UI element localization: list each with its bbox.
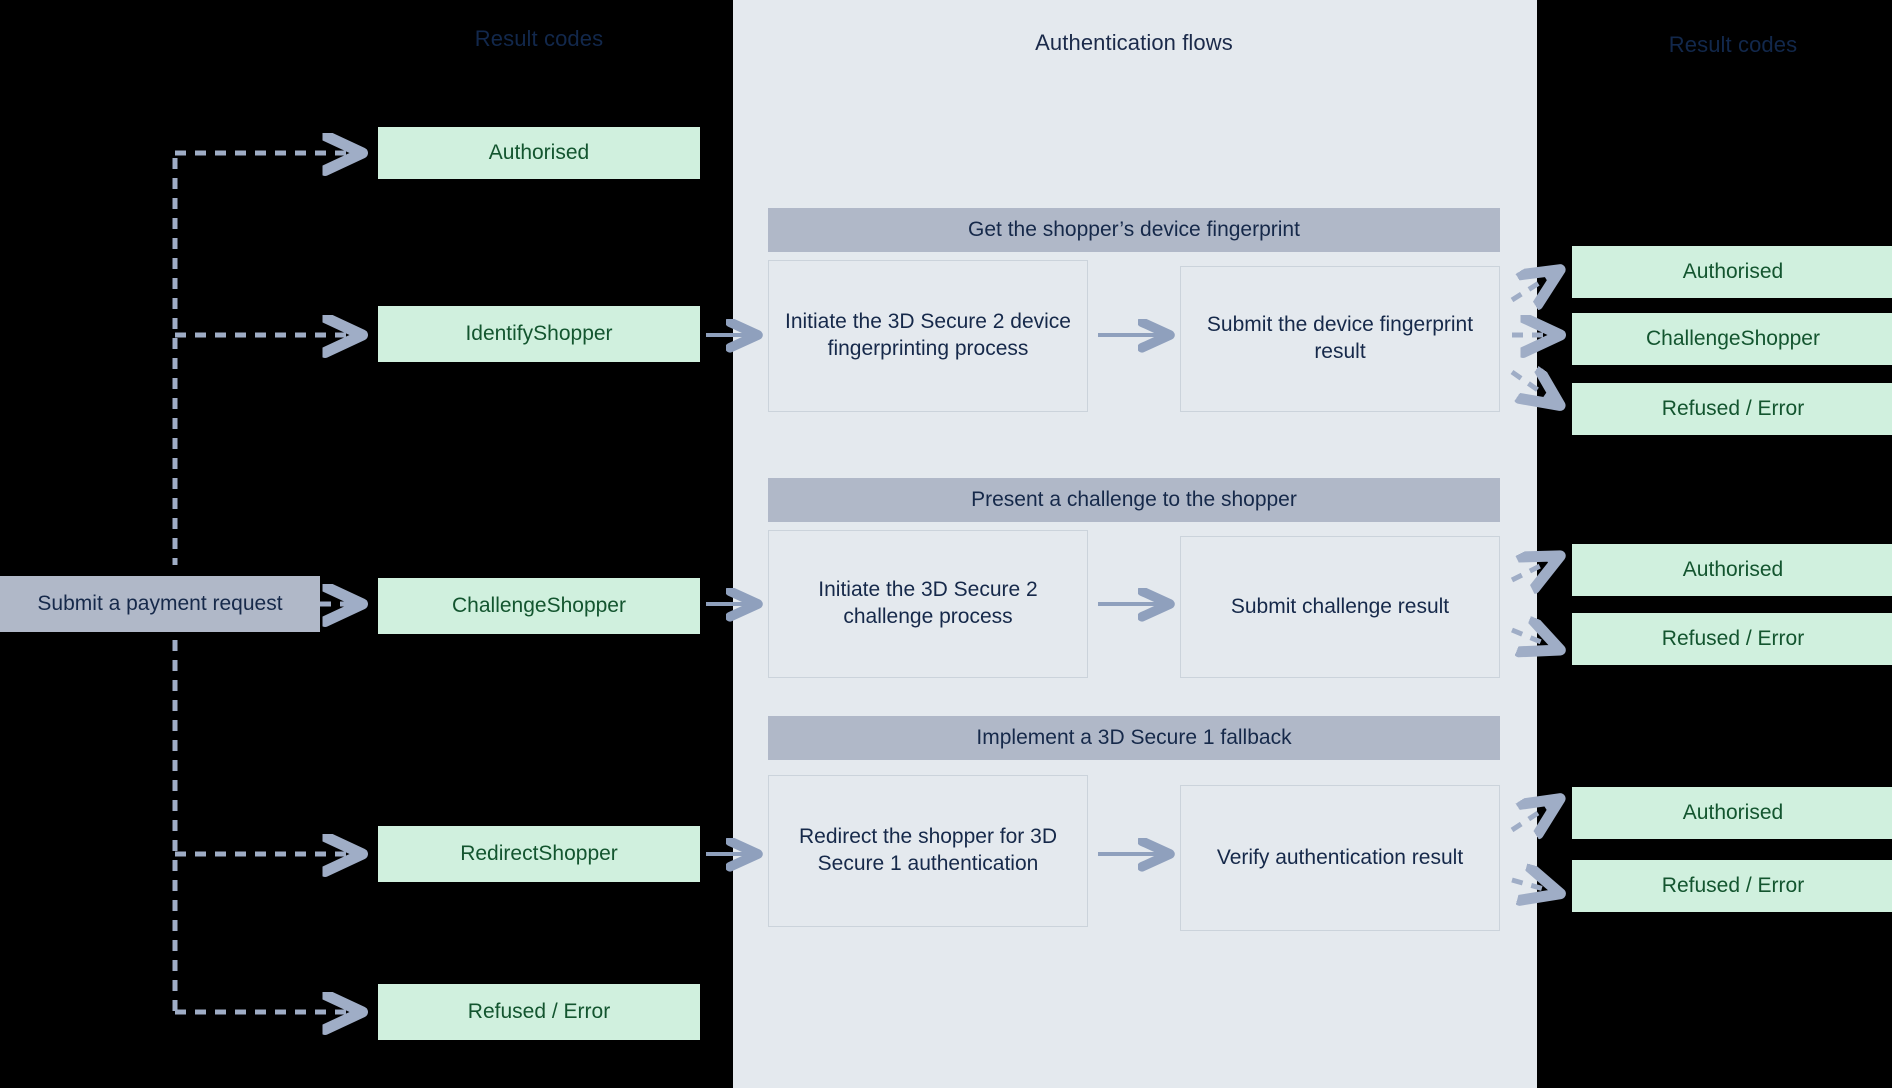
result-code-label: Refused / Error xyxy=(1661,874,1805,897)
result-code-label: Refused / Error xyxy=(467,1000,611,1023)
right-result-code-fp-authorised[interactable]: Authorised xyxy=(1572,246,1892,298)
right-result-code-fp-refused-error[interactable]: Refused / Error xyxy=(1572,383,1892,435)
right-result-code-fallback-authorised[interactable]: Authorised xyxy=(1572,787,1892,839)
right-result-code-challenge-authorised[interactable]: Authorised xyxy=(1572,544,1892,596)
result-code-label: Authorised xyxy=(1682,801,1784,824)
right-result-code-challenge-refused-error[interactable]: Refused / Error xyxy=(1572,613,1892,665)
left-result-code-authorised[interactable]: Authorised xyxy=(378,127,700,179)
left-result-code-identifyshopper[interactable]: IdentifyShopper xyxy=(378,306,700,362)
flow-header-present-challenge: Present a challenge to the shopper xyxy=(768,478,1500,522)
result-code-label: ChallengeShopper xyxy=(452,594,626,617)
result-code-label: Refused / Error xyxy=(1661,627,1805,650)
flow-header-label: Present a challenge to the shopper xyxy=(971,488,1297,511)
flow-step-submit-fingerprint-result[interactable]: Submit the device fingerprint result xyxy=(1180,266,1500,412)
flow-header-label: Get the shopper’s device fingerprint xyxy=(968,218,1300,241)
flow-header-device-fingerprint: Get the shopper’s device fingerprint xyxy=(768,208,1500,252)
mid-column-title: Authentication flows xyxy=(1035,30,1233,55)
result-code-label: Authorised xyxy=(1682,260,1784,283)
flow-step-label: Verify authentication result xyxy=(1216,845,1464,869)
flow-step-label: Redirect the shopper for 3D Secure 1 aut… xyxy=(799,825,1057,875)
flow-header-3ds1-fallback: Implement a 3D Secure 1 fallback xyxy=(768,716,1500,760)
flow-step-label: Submit the device fingerprint result xyxy=(1206,313,1474,363)
flow-step-verify-authentication-result[interactable]: Verify authentication result xyxy=(1180,785,1500,931)
flow-header-label: Implement a 3D Secure 1 fallback xyxy=(976,726,1292,749)
flow-step-label: Initiate the 3D Secure 2 device fingerpr… xyxy=(784,310,1071,360)
flow-step-submit-challenge-result[interactable]: Submit challenge result xyxy=(1180,536,1500,678)
left-result-code-refused-error[interactable]: Refused / Error xyxy=(378,984,700,1040)
result-code-label: ChallengeShopper xyxy=(1646,327,1820,350)
right-column-title: Result codes xyxy=(1668,32,1798,57)
submit-payment-request-box[interactable]: Submit a payment request xyxy=(0,576,320,632)
result-code-label: IdentifyShopper xyxy=(465,322,613,345)
flow-step-label: Initiate the 3D Secure 2 challenge proce… xyxy=(818,578,1038,628)
flow-step-initiate-3ds2-fingerprinting[interactable]: Initiate the 3D Secure 2 device fingerpr… xyxy=(768,260,1088,412)
flow-step-redirect-shopper-3ds1[interactable]: Redirect the shopper for 3D Secure 1 aut… xyxy=(768,775,1088,927)
left-result-code-challengeshopper[interactable]: ChallengeShopper xyxy=(378,578,700,634)
submit-payment-request-label: Submit a payment request xyxy=(37,592,283,615)
right-result-code-fp-challengeshopper[interactable]: ChallengeShopper xyxy=(1572,313,1892,365)
flow-step-label: Submit challenge result xyxy=(1230,594,1450,618)
result-code-label: Authorised xyxy=(488,141,590,164)
diagram-canvas: Result codes Authentication flows Result… xyxy=(0,0,1892,1088)
result-code-label: Authorised xyxy=(1682,558,1784,581)
flow-step-initiate-3ds2-challenge[interactable]: Initiate the 3D Secure 2 challenge proce… xyxy=(768,530,1088,678)
right-result-code-fallback-refused-error[interactable]: Refused / Error xyxy=(1572,860,1892,912)
left-result-code-redirectshopper[interactable]: RedirectShopper xyxy=(378,826,700,882)
left-column-title: Result codes xyxy=(474,26,604,51)
result-code-label: RedirectShopper xyxy=(460,842,618,865)
result-code-label: Refused / Error xyxy=(1661,397,1805,420)
